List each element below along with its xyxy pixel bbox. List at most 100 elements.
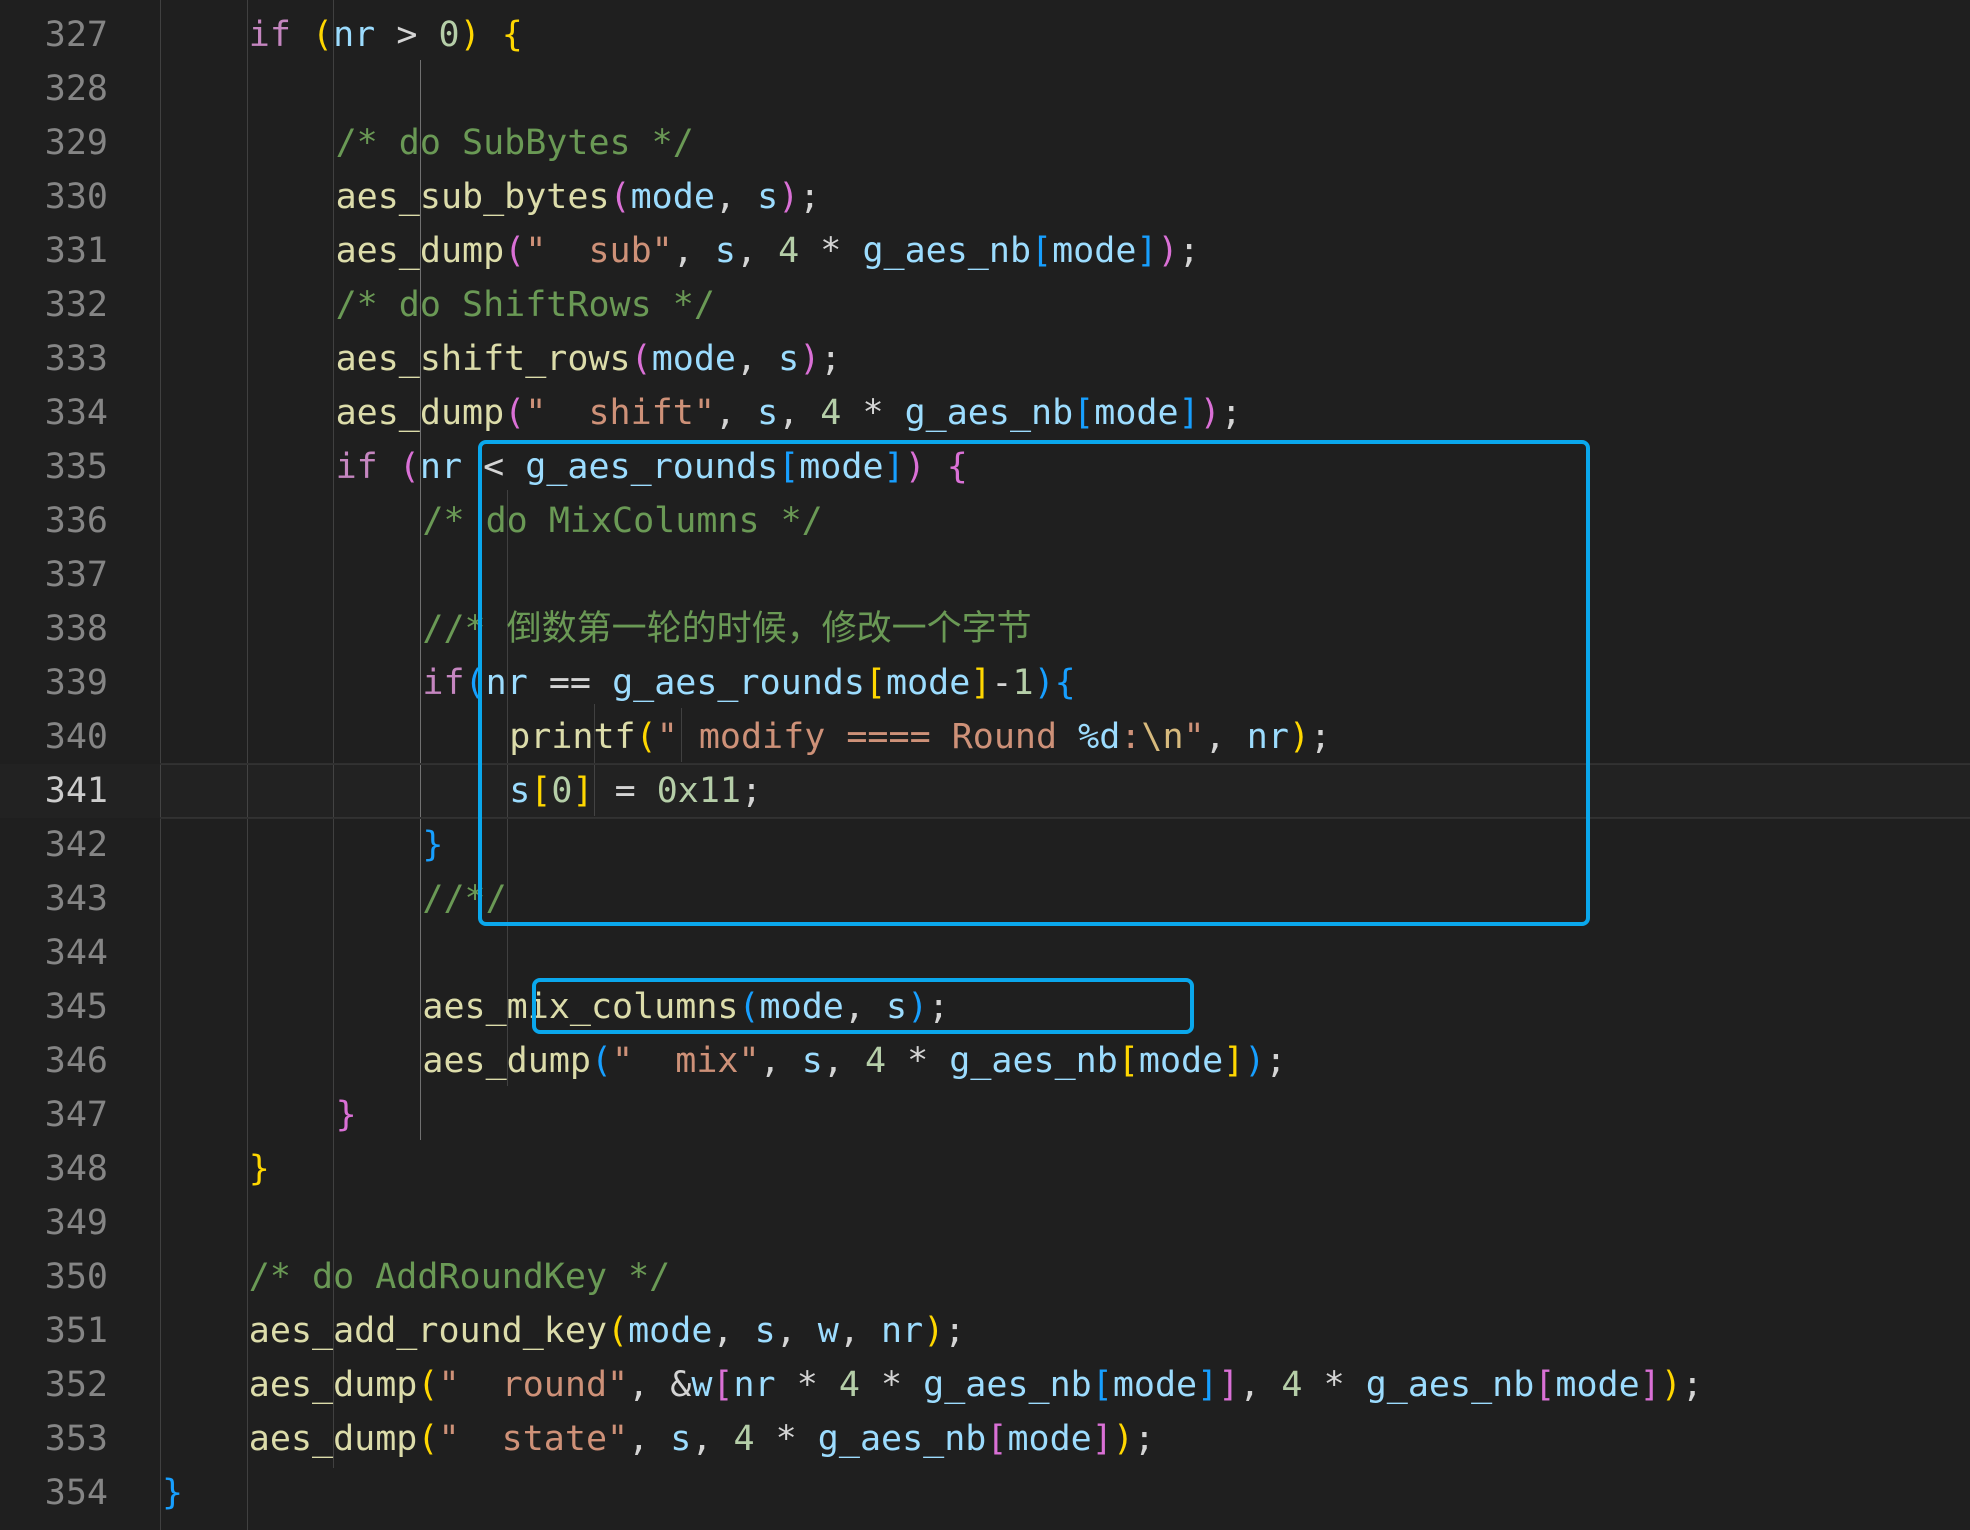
code-text[interactable]: aes_dump(" mix", s, 4 * g_aes_nb[mode]); [422, 1034, 1286, 1088]
code-text[interactable]: /* do ShiftRows */ [336, 278, 715, 332]
line-number[interactable]: 338 [0, 602, 108, 656]
line-number[interactable]: 347 [0, 1088, 108, 1142]
line-number[interactable]: 330 [0, 170, 108, 224]
code-line[interactable]: 329 /* do SubBytes */ [0, 116, 1970, 170]
token: ( [504, 393, 526, 433]
code-line[interactable]: 332 /* do ShiftRows */ [0, 278, 1970, 332]
code-text[interactable]: } [422, 818, 443, 872]
token: mode [1112, 1365, 1198, 1405]
token: ; [1133, 1419, 1155, 1459]
code-text[interactable]: if (nr > 0) { [249, 8, 523, 62]
code-line[interactable]: 349 [0, 1196, 1970, 1250]
token: 4 [1281, 1365, 1303, 1405]
code-line[interactable]: 328 [0, 62, 1970, 116]
token: nr [419, 447, 463, 487]
line-number[interactable]: 329 [0, 116, 108, 170]
token: 0 [438, 15, 460, 55]
code-text[interactable]: aes_dump(" sub", s, 4 * g_aes_nb[mode]); [336, 224, 1200, 278]
token: ; [799, 177, 821, 217]
token: " round" [438, 1365, 629, 1405]
token: " mix" [612, 1041, 760, 1081]
code-text[interactable]: /* do AddRoundKey */ [249, 1250, 670, 1304]
token: aes_dump [335, 393, 505, 433]
line-number[interactable]: 348 [0, 1142, 108, 1196]
line-number[interactable]: 328 [0, 62, 108, 116]
code-text[interactable]: aes_dump(" state", s, 4 * g_aes_nb[mode]… [249, 1412, 1155, 1466]
line-number[interactable]: 339 [0, 656, 108, 710]
token: , [778, 393, 821, 433]
token: , [672, 231, 715, 271]
token: * [799, 231, 863, 271]
line-number[interactable]: 353 [0, 1412, 108, 1466]
code-text[interactable]: aes_shift_rows(mode, s); [336, 332, 842, 386]
line-number[interactable]: 333 [0, 332, 108, 386]
code-text[interactable]: aes_dump(" shift", s, 4 * g_aes_nb[mode]… [336, 386, 1242, 440]
line-number[interactable]: 341 [0, 764, 108, 818]
token: mode [1138, 1041, 1224, 1081]
code-line[interactable]: 347} [0, 1088, 1970, 1142]
line-number[interactable]: 343 [0, 872, 108, 926]
line-number[interactable]: 331 [0, 224, 108, 278]
line-number[interactable]: 340 [0, 710, 108, 764]
code-text[interactable]: } [336, 1088, 357, 1142]
line-number[interactable]: 336 [0, 494, 108, 548]
code-line[interactable]: 350 /* do AddRoundKey */ [0, 1250, 1970, 1304]
code-line[interactable]: 327 if (nr > 0) { [0, 8, 1970, 62]
code-text[interactable]: } [249, 1142, 270, 1196]
token: * [754, 1419, 818, 1459]
code-line[interactable]: 348} [0, 1142, 1970, 1196]
line-number[interactable]: 349 [0, 1196, 108, 1250]
line-number[interactable]: 352 [0, 1358, 108, 1412]
token: aes_shift_rows [335, 339, 631, 379]
token: } [248, 1149, 270, 1189]
line-number[interactable]: 354 [0, 1466, 108, 1520]
token: aes_sub_bytes [335, 177, 610, 217]
token: ) [1157, 231, 1179, 271]
line-number[interactable]: 351 [0, 1304, 108, 1358]
line-number[interactable]: 342 [0, 818, 108, 872]
token: mode [1094, 393, 1179, 433]
code-line[interactable]: 333 aes_shift_rows(mode, s); [0, 332, 1970, 386]
token: " state" [438, 1419, 629, 1459]
code-line[interactable]: 354} [0, 1466, 1970, 1520]
code-text[interactable]: aes_add_round_key(mode, s, w, nr); [249, 1304, 966, 1358]
token: nr [733, 1365, 776, 1405]
code-line[interactable]: 346 aes_dump(" mix", s, 4 * g_aes_nb[mode… [0, 1034, 1970, 1088]
token: /* do SubBytes */ [335, 123, 694, 163]
code-line[interactable]: 352 aes_dump(" round", &w[nr * 4 * g_aes_… [0, 1358, 1970, 1412]
token: , [759, 1041, 802, 1081]
token: [ [1534, 1365, 1556, 1405]
highlight-box-mix-columns-call [532, 978, 1194, 1034]
code-text[interactable]: /* do SubBytes */ [336, 116, 694, 170]
token: ] [1136, 231, 1158, 271]
code-text[interactable]: } [162, 1466, 183, 1520]
code-line[interactable]: 330 aes_sub_bytes(mode, s); [0, 170, 1970, 224]
code-text[interactable]: aes_dump(" round", &w[nr * 4 * g_aes_nb[… [249, 1358, 1703, 1412]
line-number[interactable]: 335 [0, 440, 108, 494]
token: } [335, 1095, 357, 1135]
token: mode [628, 1311, 713, 1351]
code-line[interactable]: 353 aes_dump(" state", s, 4 * g_aes_nb[mo… [0, 1412, 1970, 1466]
token: ; [820, 339, 842, 379]
code-line[interactable]: 334 aes_dump(" shift", s, 4 * g_aes_nb[mo… [0, 386, 1970, 440]
line-number[interactable]: 344 [0, 926, 108, 980]
code-line[interactable]: 331 aes_dump(" sub", s, 4 * g_aes_nb[mode… [0, 224, 1970, 278]
line-number[interactable]: 334 [0, 386, 108, 440]
token: ) [1199, 393, 1221, 433]
line-number[interactable]: 346 [0, 1034, 108, 1088]
token: } [422, 825, 444, 865]
code-line[interactable]: 344 [0, 926, 1970, 980]
line-number[interactable]: 327 [0, 8, 108, 62]
code-editor[interactable]: 327 if (nr > 0) {328 329/* do SubBytes */3… [0, 0, 1970, 1530]
token: s [757, 177, 779, 217]
code-line[interactable]: 351 aes_add_round_key(mode, s, w, nr); [0, 1304, 1970, 1358]
token: ; [944, 1311, 966, 1351]
line-number[interactable]: 337 [0, 548, 108, 602]
line-number[interactable]: 332 [0, 278, 108, 332]
token: [ [1091, 1365, 1113, 1405]
token: 4 [864, 1041, 887, 1081]
line-number[interactable]: 350 [0, 1250, 108, 1304]
token: [ [1031, 231, 1053, 271]
code-text[interactable]: aes_sub_bytes(mode, s); [336, 170, 821, 224]
line-number[interactable]: 345 [0, 980, 108, 1034]
